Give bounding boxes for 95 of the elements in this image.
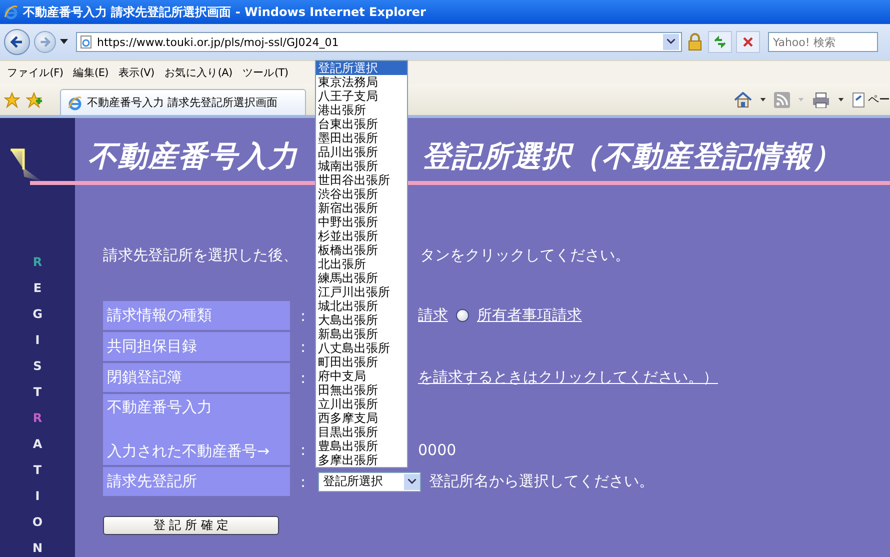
dropdown-option[interactable]: 世田谷出張所 [316,173,407,187]
colon-text: : [299,368,307,386]
caret-icon[interactable] [60,39,68,45]
menu-item[interactable]: お気に入り(A) [161,66,236,80]
home-icon[interactable] [734,92,752,108]
link[interactable]: 請求 [418,306,448,325]
sidebar-letter: O [32,514,43,531]
sidebar-letter: R [32,254,42,271]
field-label: 入力された不動産番号→ [107,442,271,461]
caret-icon[interactable] [838,98,844,102]
refresh-button[interactable] [708,31,732,53]
browser-tab[interactable]: 不動産番号入力 請求先登記所選択画面 [60,89,306,115]
colon-text: : [299,306,307,324]
back-arrow-icon [10,35,24,49]
menu-item[interactable]: 表示(V) [115,66,158,80]
dropdown-option[interactable]: 東京法務局 [316,75,407,89]
page-heading: 登記所選択（不動産登記情報） [422,138,842,175]
page-heading: 不動産番号入力 [88,138,298,175]
colon-text: : [299,472,307,490]
dropdown-option[interactable]: 港出張所 [316,103,407,117]
sidebar-letter: A [32,436,42,453]
add-favorite-icon[interactable] [26,92,42,108]
dropdown-option[interactable]: 登記所選択 [316,61,407,75]
radio-button[interactable] [456,309,469,322]
dropdown-option[interactable]: 大島出張所 [316,313,407,327]
dropdown-option[interactable]: 立川出張所 [316,397,407,411]
dropdown-option[interactable]: 田無出張所 [316,383,407,397]
dropdown-option[interactable]: 練馬出張所 [316,271,407,285]
dropdown-option[interactable]: 北出張所 [316,257,407,271]
menu-item[interactable]: ツール(T) [239,66,292,80]
sidebar-letter: G [32,306,42,323]
padlock-icon[interactable] [686,33,704,51]
field-label: 共同担保目録 [107,337,198,356]
search-field[interactable]: Yahoo! 検索 [768,32,878,52]
field-label: 請求情報の種類 [107,306,213,325]
chevron-down-icon[interactable] [667,39,675,45]
sidebar-letter: R [32,410,42,427]
dropdown-option[interactable]: 墨田出張所 [316,131,407,145]
menu-item[interactable]: 編集(E) [70,66,112,80]
colon-text: : [299,338,307,356]
office-select[interactable]: 登記所選択 [318,472,421,492]
stop-button[interactable] [736,31,760,53]
dropdown-option[interactable]: 目黒出張所 [316,425,407,439]
sidebar-letter: T [33,384,42,401]
dropdown-option[interactable]: 杉並出張所 [316,229,407,243]
page-edit-icon [852,92,866,108]
dropdown-option[interactable]: 府中支局 [316,369,407,383]
dropdown-option[interactable]: 西多摩支局 [316,411,407,425]
value-text: 0000 [418,441,456,459]
field-label: 閉鎖登記簿 [107,368,183,387]
dropdown-option[interactable]: 新宿出張所 [316,201,407,215]
dropdown-option[interactable]: 新島出張所 [316,327,407,341]
browser-logo-icon [67,94,83,110]
forward-arrow-icon [39,36,51,48]
sidebar-letter: I [35,332,40,349]
refresh-icon [713,35,727,49]
dropdown-option[interactable]: 江戸川出張所 [316,285,407,299]
page-icon [79,35,93,49]
dropdown-option[interactable]: 渋谷出張所 [316,187,407,201]
caret-icon[interactable] [760,98,766,102]
dropdown-option[interactable]: 城南出張所 [316,159,407,173]
dropdown-option[interactable]: 中野出張所 [316,215,407,229]
page-menu[interactable]: ペー [852,92,890,108]
sidebar-letter: S [33,358,42,375]
dropdown-option[interactable]: 八王子支局 [316,89,407,103]
sidebar-letter: E [33,280,42,297]
printer-icon[interactable] [812,92,830,108]
chevron-down-icon [408,478,416,484]
confirm-button[interactable]: 登 記 所 確 定 [103,516,279,535]
back-button[interactable] [4,29,30,55]
dropdown-option[interactable]: 板橋出張所 [316,243,407,257]
field-label: 不動産番号入力 [107,398,213,417]
dropdown-option[interactable]: 八丈島出張所 [316,341,407,355]
menu-item[interactable]: ファイル(F) [4,66,66,80]
browser-logo-icon [3,4,19,20]
colon-text: : [299,441,307,461]
value-text: 登記所名から選択してください。 [429,472,654,491]
dropdown-option[interactable]: 多摩出張所 [316,453,407,467]
field-label: 請求先登記所 [107,472,198,491]
link[interactable]: を請求するときはクリックしてください。） [418,368,718,387]
sidebar-letter: I [35,488,40,505]
link[interactable]: 所有者事項請求 [477,306,582,325]
dropdown-option[interactable]: 豊島出張所 [316,439,407,453]
dropdown-option[interactable]: 台東出張所 [316,117,407,131]
instruction-text: タンをクリックしてください。 [420,246,630,265]
window-title: 不動産番号入力 請求先登記所選択画面 - Windows Internet Explorer [23,4,426,20]
star-icon[interactable] [4,92,20,108]
dropdown-option[interactable]: 城北出張所 [316,299,407,313]
dropdown-option[interactable]: 町田出張所 [316,355,407,369]
dropdown-option[interactable]: 品川出張所 [316,145,407,159]
close-icon [742,36,754,48]
address-field[interactable]: https://www.touki.or.jp/pls/moj-ssl/GJ024_01 [76,32,682,52]
instruction-text: 請求先登記所を選択した後、 [103,246,298,265]
sidebar-letter: N [32,540,43,557]
sidebar-letter: T [33,462,42,479]
